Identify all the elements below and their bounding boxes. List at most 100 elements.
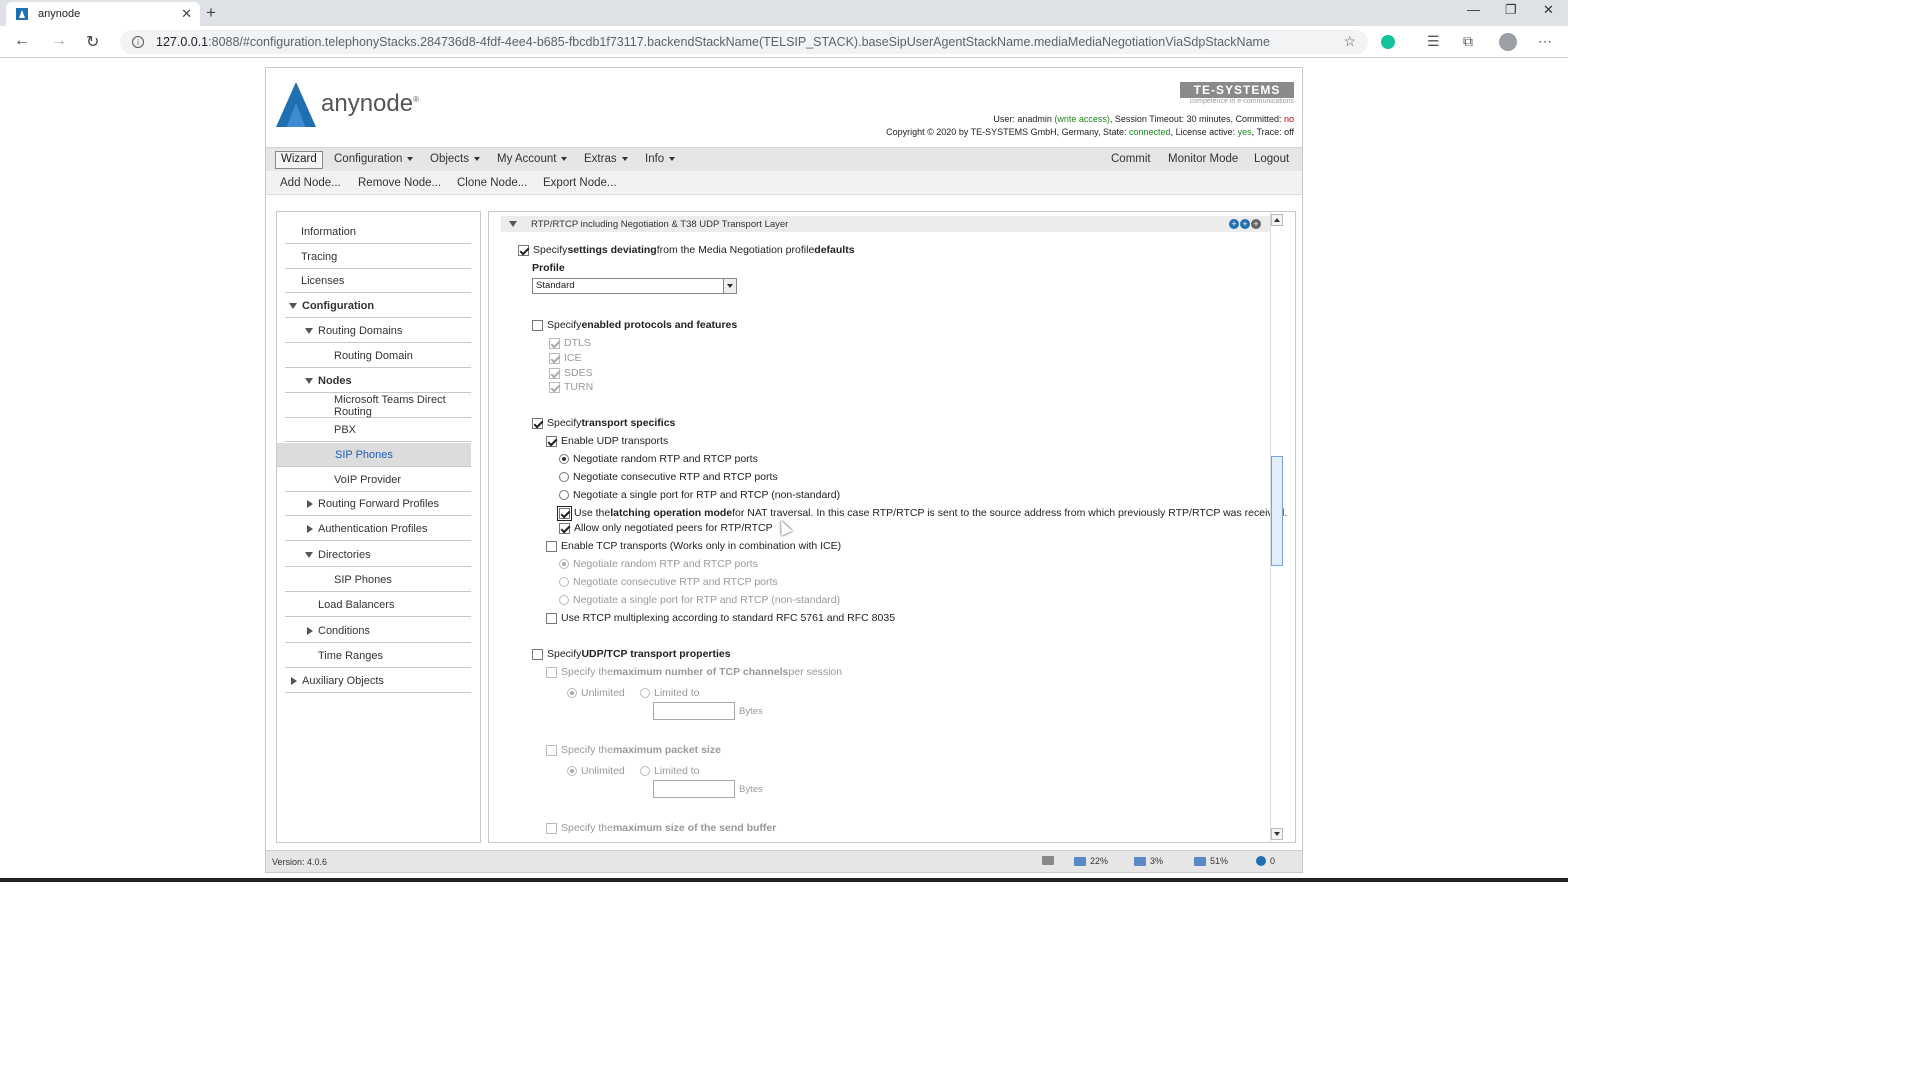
udp-random-ports-option[interactable]: Negotiate random RTP and RTCP ports <box>559 453 758 465</box>
max-tcp-unlimited-radio[interactable] <box>567 688 577 698</box>
menu-info[interactable]: Info <box>645 153 676 165</box>
expanded-icon[interactable] <box>305 551 313 558</box>
sidebar-item-licenses[interactable]: Licenses <box>285 269 471 293</box>
tcp-random-ports-option[interactable]: Negotiate random RTP and RTCP ports <box>559 558 758 570</box>
max-tcp-limited-option[interactable]: Limited to <box>640 687 700 699</box>
max-tcp-channels-checkbox[interactable] <box>546 666 557 678</box>
tcp-consecutive-ports-option[interactable]: Negotiate consecutive RTP and RTCP ports <box>559 576 778 588</box>
sidebar-item-load-balancers[interactable]: Load Balancers <box>285 593 471 617</box>
menu-configuration[interactable]: Configuration <box>334 153 414 165</box>
close-tab-icon[interactable]: ✕ <box>181 6 192 22</box>
sidebar-item-routing-forward-profiles[interactable]: Routing Forward Profiles <box>285 492 471 516</box>
menu-my-account[interactable]: My Account <box>497 153 568 165</box>
collapsed-icon[interactable] <box>307 626 313 635</box>
allow-negotiated-peers-option[interactable]: Allow only negotiated peers for RTP/RTCP <box>559 522 773 534</box>
sidebar-item-nodes[interactable]: Nodes <box>285 369 471 393</box>
collapsed-icon[interactable] <box>291 676 297 685</box>
max-send-buffer-option[interactable]: Specify the maximum size of the send buf… <box>546 822 776 834</box>
sidebar-item-auxiliary-objects[interactable]: Auxiliary Objects <box>285 669 471 693</box>
udp-tcp-properties-option[interactable]: Specify UDP/TCP transport properties <box>532 648 731 660</box>
enabled-protocols-checkbox[interactable] <box>532 319 543 331</box>
sidebar-item-teams-direct-routing[interactable]: Microsoft Teams Direct Routing <box>285 394 471 418</box>
max-tcp-unlimited-option[interactable]: Unlimited <box>567 687 625 699</box>
settings-icon[interactable]: + <box>1251 219 1261 229</box>
menu-objects[interactable]: Objects <box>430 153 480 165</box>
transport-specifics-option[interactable]: Specify transport specifics <box>532 417 675 429</box>
dtls-checkbox[interactable] <box>549 337 560 349</box>
max-send-buffer-checkbox[interactable] <box>546 822 557 834</box>
udp-consecutive-ports-option[interactable]: Negotiate consecutive RTP and RTCP ports <box>559 471 778 483</box>
forward-icon[interactable]: → <box>51 32 67 50</box>
browser-tab[interactable]: anynode ✕ <box>6 2 200 26</box>
back-icon[interactable]: ← <box>14 32 30 50</box>
more-menu-icon[interactable]: ⋯ <box>1538 33 1552 50</box>
max-tcp-limited-radio[interactable] <box>640 688 650 698</box>
ice-option[interactable]: ICE <box>549 352 582 364</box>
menu-extras[interactable]: Extras <box>584 153 628 165</box>
content-scrollbar[interactable] <box>1270 212 1283 842</box>
new-tab-icon[interactable]: + <box>206 3 216 23</box>
max-packet-limited-option[interactable]: Limited to <box>640 765 700 777</box>
sidebar-item-sip-phones-directory[interactable]: SIP Phones <box>285 568 471 592</box>
udp-tcp-properties-checkbox[interactable] <box>532 648 543 660</box>
export-node-button[interactable]: Export Node... <box>543 177 617 189</box>
ice-checkbox[interactable] <box>549 352 560 364</box>
tcp-single-port-option[interactable]: Negotiate a single port for RTP and RTCP… <box>559 594 840 606</box>
sidebar-item-information[interactable]: Information <box>285 220 471 244</box>
collections-icon[interactable]: ⧉ <box>1463 33 1473 50</box>
sidebar-item-configuration[interactable]: Configuration <box>285 294 471 318</box>
chevron-down-icon[interactable] <box>723 279 736 293</box>
scrollbar-thumb[interactable] <box>1271 456 1283 566</box>
collapse-section-icon[interactable] <box>509 221 517 227</box>
enable-udp-checkbox[interactable] <box>546 435 557 447</box>
sidebar-item-directories[interactable]: Directories <box>285 543 471 567</box>
max-packet-size-input[interactable] <box>653 780 735 798</box>
sidebar-item-sip-phones-node[interactable]: SIP Phones <box>277 443 471 467</box>
reload-icon[interactable]: ↻ <box>86 32 99 52</box>
sdes-option[interactable]: SDES <box>549 367 593 379</box>
sidebar-item-time-ranges[interactable]: Time Ranges <box>285 644 471 668</box>
sidebar-item-voip-provider[interactable]: VoIP Provider <box>285 468 471 492</box>
sidebar-item-authentication-profiles[interactable]: Authentication Profiles <box>285 517 471 541</box>
wizard-button[interactable]: Wizard <box>275 151 323 169</box>
section-header[interactable]: RTP/RTCP including Negotiation & T38 UDP… <box>501 216 1273 232</box>
bookmark-star-icon[interactable]: ☆ <box>1343 33 1356 50</box>
site-info-icon[interactable]: i <box>132 36 144 48</box>
rtcp-multiplexing-option[interactable]: Use RTCP multiplexing according to stand… <box>546 612 895 624</box>
sidebar-item-tracing[interactable]: Tracing <box>285 245 471 269</box>
sidebar-item-pbx[interactable]: PBX <box>285 418 471 442</box>
add-node-button[interactable]: Add Node... <box>280 177 341 189</box>
address-bar[interactable]: i 127.0.0.1:8088/#configuration.telephon… <box>120 30 1368 54</box>
enable-tcp-checkbox[interactable] <box>546 540 557 552</box>
enabled-protocols-option[interactable]: Specify enabled protocols and features <box>532 319 737 331</box>
grammarly-extension-icon[interactable] <box>1381 35 1395 49</box>
turn-option[interactable]: TURN <box>549 381 593 393</box>
deviating-settings-checkbox[interactable] <box>518 244 529 256</box>
udp-random-ports-radio[interactable] <box>559 454 569 464</box>
udp-consecutive-ports-radio[interactable] <box>559 472 569 482</box>
max-packet-size-checkbox[interactable] <box>546 744 557 756</box>
turn-checkbox[interactable] <box>549 381 560 393</box>
collapsed-icon[interactable] <box>307 499 313 508</box>
dtls-option[interactable]: DTLS <box>549 337 591 349</box>
rtcp-multiplexing-checkbox[interactable] <box>546 612 557 624</box>
clone-node-button[interactable]: Clone Node... <box>457 177 527 189</box>
transport-specifics-checkbox[interactable] <box>532 417 543 429</box>
restore-icon[interactable]: ❐ <box>1505 2 1517 18</box>
commit-button[interactable]: Commit <box>1111 153 1151 165</box>
sdes-checkbox[interactable] <box>549 367 560 379</box>
remove-node-button[interactable]: Remove Node... <box>358 177 441 189</box>
deviating-settings-option[interactable]: Specify settings deviating from the Medi… <box>518 244 855 256</box>
latching-mode-option[interactable]: Use the latching operation mode for NAT … <box>557 505 1287 521</box>
expanded-icon[interactable] <box>305 327 313 334</box>
expanded-icon[interactable] <box>289 302 297 309</box>
latching-mode-checkbox[interactable] <box>557 505 572 521</box>
profile-avatar-icon[interactable] <box>1499 33 1517 51</box>
enable-udp-option[interactable]: Enable UDP transports <box>546 435 668 447</box>
allow-negotiated-peers-checkbox[interactable] <box>559 522 570 534</box>
minimize-icon[interactable]: — <box>1467 2 1480 17</box>
scroll-down-icon[interactable] <box>1271 828 1283 840</box>
sidebar-item-routing-domain[interactable]: Routing Domain <box>285 344 471 368</box>
monitor-mode-button[interactable]: Monitor Mode <box>1168 153 1238 165</box>
udp-single-port-radio[interactable] <box>559 490 569 500</box>
